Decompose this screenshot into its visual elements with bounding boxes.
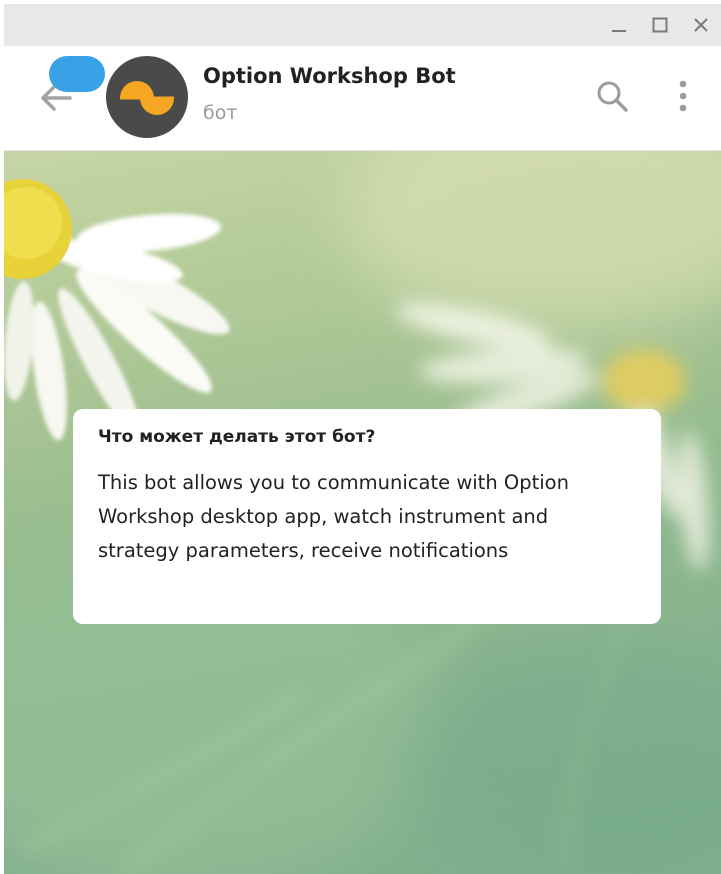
bot-info-card: Что может делать этот бот? This bot allo… <box>73 409 661 624</box>
search-button[interactable] <box>592 76 632 116</box>
telegram-window: Option Workshop Bot бот Что может делать… <box>0 0 721 874</box>
title-bar <box>4 4 721 46</box>
chat-title[interactable]: Option Workshop Bot <box>203 64 456 88</box>
chat-header: Option Workshop Bot бот <box>4 46 721 151</box>
bot-info-title: Что может делать этот бот? <box>98 427 376 447</box>
unread-badge <box>49 56 105 92</box>
maximize-icon <box>652 17 668 33</box>
option-workshop-logo-icon <box>120 81 174 115</box>
avatar[interactable] <box>106 56 188 138</box>
close-icon <box>694 18 708 32</box>
search-icon <box>597 81 628 112</box>
minimize-button[interactable] <box>599 4 639 46</box>
maximize-button[interactable] <box>640 4 680 46</box>
chat-subtitle: бот <box>203 102 238 124</box>
bot-info-description: This bot allows you to communicate with … <box>98 471 569 562</box>
close-button[interactable] <box>681 4 721 46</box>
more-vertical-icon <box>679 80 687 112</box>
more-menu-button[interactable] <box>668 76 698 116</box>
minimize-icon <box>612 30 626 32</box>
